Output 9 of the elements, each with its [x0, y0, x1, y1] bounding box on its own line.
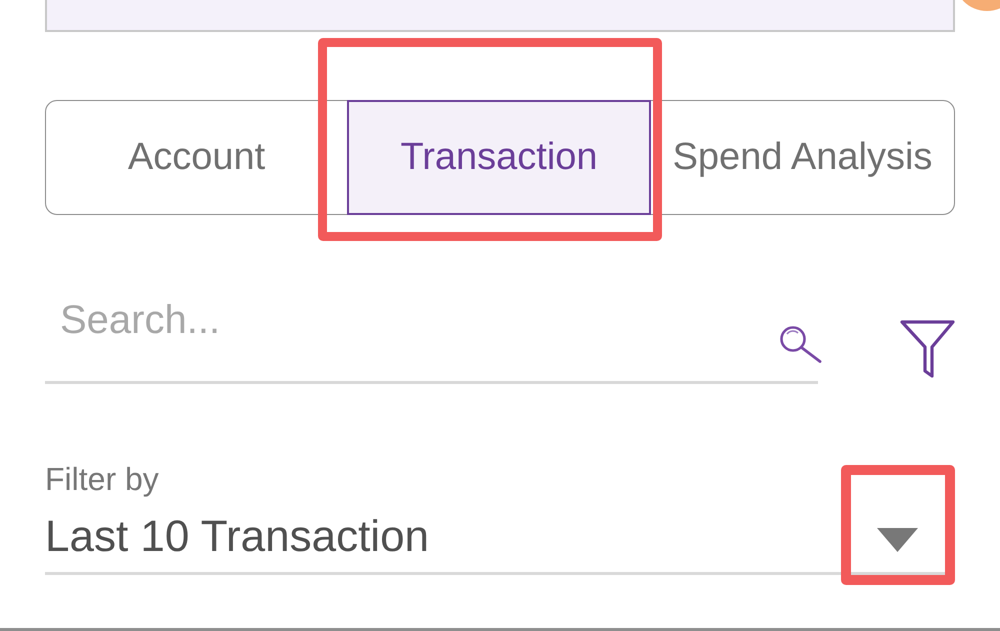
search-field[interactable]: Search...: [45, 290, 818, 384]
search-icon[interactable]: [778, 325, 822, 363]
tab[interactable]: Transaction: [347, 100, 651, 215]
tab[interactable]: Account: [46, 101, 347, 214]
caret-icon: [877, 528, 918, 552]
dropdown-field[interactable]: Last 10 Transaction: [45, 511, 945, 575]
tab[interactable]: Spend Analysis: [651, 101, 954, 214]
filter-icon[interactable]: [900, 320, 955, 378]
field-label: Filter by: [45, 460, 159, 498]
